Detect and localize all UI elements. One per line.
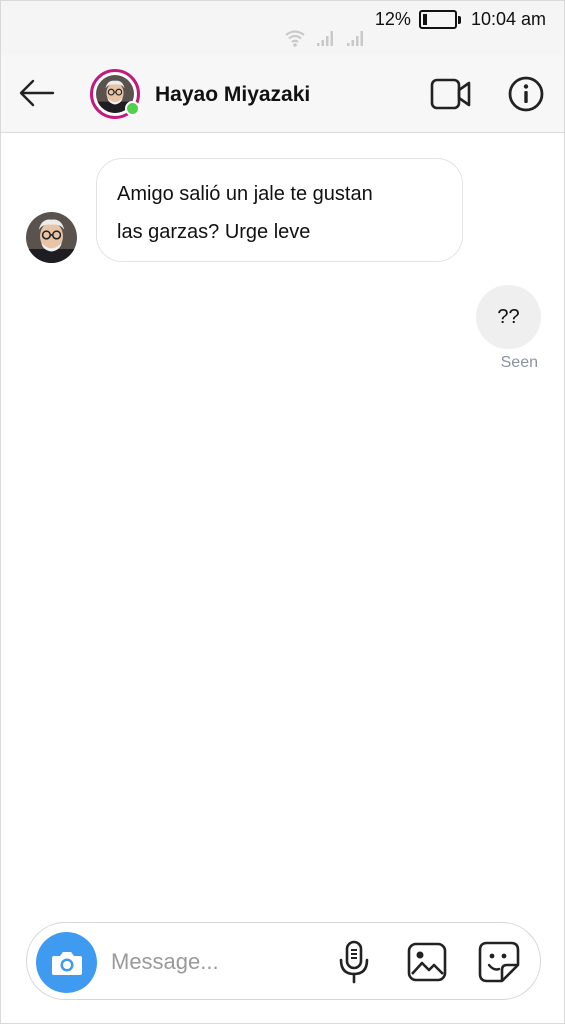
signal-icon: [317, 31, 333, 46]
info-icon: [508, 76, 544, 112]
contact-name[interactable]: Hayao Miyazaki: [155, 83, 310, 107]
battery-percent: 12%: [374, 9, 411, 29]
back-arrow-icon: [19, 79, 55, 107]
message-text-line: las garzas? Urge leve: [117, 221, 311, 243]
sticker-button[interactable]: [477, 940, 521, 984]
battery-fill: [422, 14, 427, 25]
gallery-icon: [407, 942, 447, 982]
clock: 10:04 am: [470, 9, 546, 29]
chat-header: Hayao Miyazaki: [1, 55, 564, 133]
status-right: 12% 10:04 am: [375, 9, 546, 30]
message-input[interactable]: [111, 943, 321, 981]
profile-photo: [26, 212, 77, 263]
chat-screen: 12% 10:04 am Hayao Miyazaki Amigo salió …: [0, 0, 565, 1024]
video-call-button[interactable]: [430, 77, 472, 111]
sender-avatar[interactable]: [26, 212, 77, 263]
status-signals: [284, 27, 366, 47]
battery-icon: [418, 10, 461, 29]
wifi-icon: [285, 30, 305, 47]
message-text: ??: [497, 305, 520, 328]
back-button[interactable]: [17, 77, 57, 109]
message-text-line: Amigo salió un jale te gustan: [117, 183, 373, 205]
signal-icon: [347, 31, 363, 46]
online-status-dot: [125, 101, 140, 116]
camera-icon: [51, 951, 82, 975]
gallery-button[interactable]: [407, 942, 447, 982]
info-button[interactable]: [507, 75, 545, 113]
sticker-icon: [478, 941, 520, 983]
camera-button[interactable]: [36, 932, 97, 993]
message-composer: [26, 922, 541, 1000]
outgoing-message-bubble[interactable]: ??: [476, 285, 541, 349]
incoming-message-bubble[interactable]: Amigo salió un jale te gustan las garzas…: [96, 158, 463, 262]
voice-message-button[interactable]: [337, 940, 371, 984]
status-bar: 12% 10:04 am: [1, 1, 564, 55]
microphone-icon: [339, 940, 369, 984]
seen-indicator: Seen: [500, 354, 538, 371]
video-call-icon: [430, 78, 471, 110]
